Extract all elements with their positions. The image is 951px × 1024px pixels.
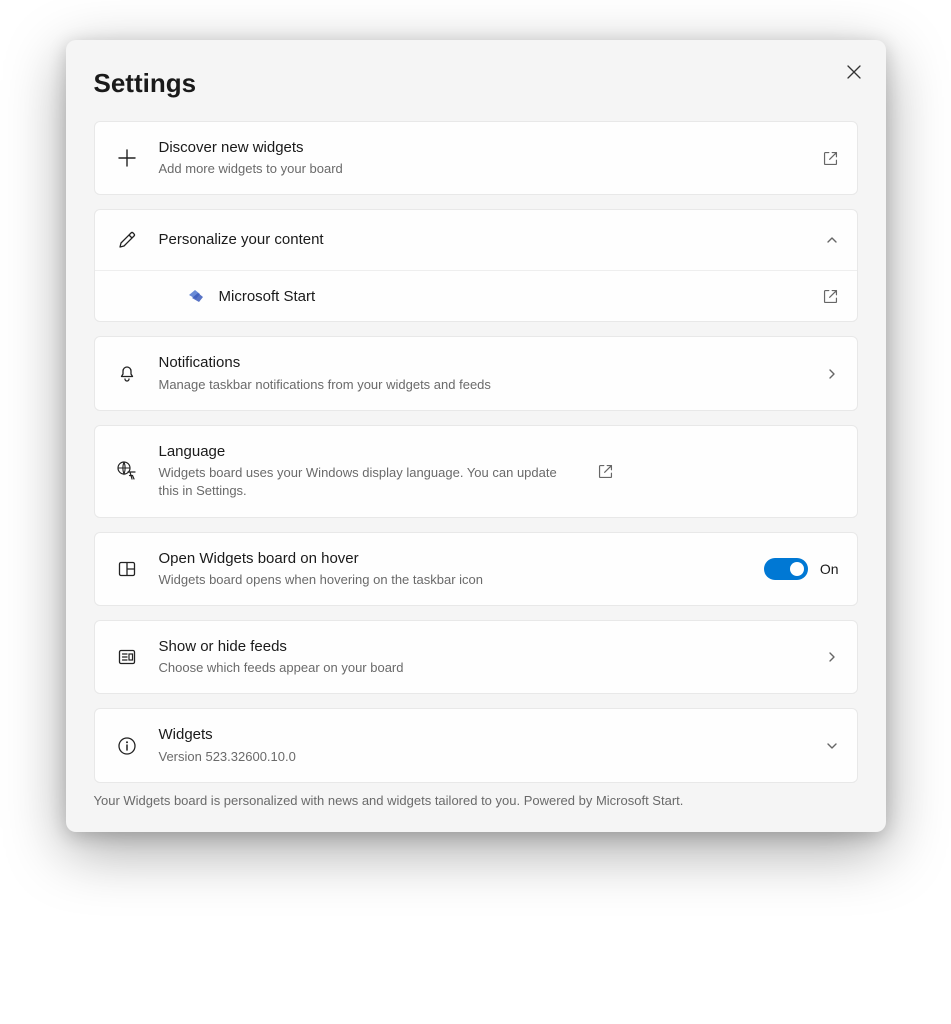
hover-row: Open Widgets board on hover Widgets boar… bbox=[95, 533, 857, 605]
personalize-card: Personalize your content Microsoft Start bbox=[94, 209, 858, 322]
hover-toggle[interactable] bbox=[764, 558, 808, 580]
msstart-row[interactable]: Microsoft Start bbox=[95, 270, 857, 321]
msstart-label: Microsoft Start bbox=[219, 288, 810, 305]
widgets-title: Widgets bbox=[159, 725, 807, 745]
feeds-icon bbox=[113, 643, 141, 671]
widgets-version: Version 523.32600.10.0 bbox=[159, 748, 807, 766]
discover-card: Discover new widgets Add more widgets to… bbox=[94, 121, 858, 195]
personalize-title: Personalize your content bbox=[159, 230, 807, 250]
open-external-icon bbox=[822, 150, 839, 167]
hover-subtitle: Widgets board opens when hovering on the… bbox=[159, 571, 746, 589]
personalize-row[interactable]: Personalize your content bbox=[95, 210, 857, 270]
pencil-icon bbox=[113, 226, 141, 254]
page-title: Settings bbox=[94, 68, 858, 99]
feeds-card: Show or hide feeds Choose which feeds ap… bbox=[94, 620, 858, 694]
notifications-subtitle: Manage taskbar notifications from your w… bbox=[159, 376, 807, 394]
chevron-right-icon bbox=[825, 367, 839, 381]
chevron-up-icon bbox=[825, 233, 839, 247]
open-external-icon bbox=[822, 288, 839, 305]
language-text: Language Widgets board uses your Windows… bbox=[159, 442, 579, 501]
discover-title: Discover new widgets bbox=[159, 138, 804, 158]
widgets-text: Widgets Version 523.32600.10.0 bbox=[159, 725, 807, 765]
footnote: Your Widgets board is personalized with … bbox=[94, 793, 858, 808]
language-title: Language bbox=[159, 442, 579, 462]
bell-icon bbox=[113, 360, 141, 388]
feeds-text: Show or hide feeds Choose which feeds ap… bbox=[159, 637, 807, 677]
hover-toggle-group: On bbox=[764, 558, 839, 580]
open-external-icon bbox=[597, 463, 614, 480]
hover-text: Open Widgets board on hover Widgets boar… bbox=[159, 549, 746, 589]
msstart-icon bbox=[185, 285, 207, 307]
hover-title: Open Widgets board on hover bbox=[159, 549, 746, 569]
discover-text: Discover new widgets Add more widgets to… bbox=[159, 138, 804, 178]
settings-panel: Settings Discover new widgets Add more w… bbox=[66, 40, 886, 832]
notifications-card: Notifications Manage taskbar notificatio… bbox=[94, 336, 858, 410]
language-row[interactable]: Language Widgets board uses your Windows… bbox=[95, 426, 857, 517]
plus-icon bbox=[113, 144, 141, 172]
chevron-down-icon bbox=[825, 739, 839, 753]
discover-row[interactable]: Discover new widgets Add more widgets to… bbox=[95, 122, 857, 194]
globe-language-icon bbox=[113, 457, 141, 485]
discover-subtitle: Add more widgets to your board bbox=[159, 160, 804, 178]
widgets-card: Widgets Version 523.32600.10.0 bbox=[94, 708, 858, 782]
language-card: Language Widgets board uses your Windows… bbox=[94, 425, 858, 518]
notifications-title: Notifications bbox=[159, 353, 807, 373]
feeds-row[interactable]: Show or hide feeds Choose which feeds ap… bbox=[95, 621, 857, 693]
close-icon bbox=[847, 65, 861, 79]
notifications-text: Notifications Manage taskbar notificatio… bbox=[159, 353, 807, 393]
feeds-title: Show or hide feeds bbox=[159, 637, 807, 657]
info-icon bbox=[113, 732, 141, 760]
widgets-row[interactable]: Widgets Version 523.32600.10.0 bbox=[95, 709, 857, 781]
hover-card: Open Widgets board on hover Widgets boar… bbox=[94, 532, 858, 606]
chevron-right-icon bbox=[825, 650, 839, 664]
feeds-subtitle: Choose which feeds appear on your board bbox=[159, 659, 807, 677]
notifications-row[interactable]: Notifications Manage taskbar notificatio… bbox=[95, 337, 857, 409]
personalize-text: Personalize your content bbox=[159, 230, 807, 250]
hover-toggle-state: On bbox=[820, 561, 839, 577]
board-icon bbox=[113, 555, 141, 583]
close-button[interactable] bbox=[838, 56, 870, 88]
language-subtitle: Widgets board uses your Windows display … bbox=[159, 464, 579, 500]
